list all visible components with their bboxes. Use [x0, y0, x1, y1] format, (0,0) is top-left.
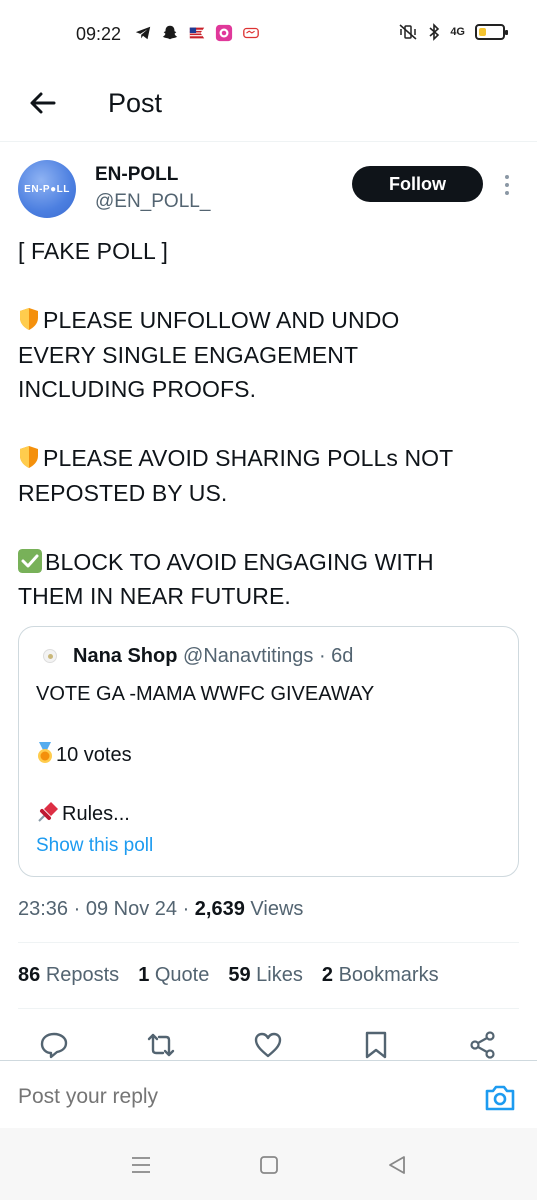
follow-button[interactable]: Follow: [352, 166, 483, 202]
divider: [18, 1008, 519, 1009]
notification-icons: [134, 24, 260, 42]
quote-line-text: Rules...: [62, 803, 130, 825]
views-label[interactable]: Views: [250, 898, 303, 920]
quote-line: 10 votes: [36, 742, 132, 767]
likes-count: 59: [228, 964, 251, 986]
post-meta: 23:36 · 09 Nov 24 · 2,639 Views: [18, 898, 304, 920]
bookmarks-count: 2: [321, 964, 333, 986]
bookmarks-stat[interactable]: 2 Bookmarks: [322, 964, 439, 987]
reposts-stat[interactable]: 86 Reposts: [18, 964, 119, 987]
views-count: 2,639: [194, 898, 245, 920]
post-line-text: PLEASE UNFOLLOW AND UNDO: [43, 307, 400, 333]
quotes-label: Quote: [154, 964, 210, 986]
post-line-text: BLOCK TO AVOID ENGAGING WITH: [45, 548, 434, 575]
divider: [18, 942, 519, 943]
post-line: PLEASE AVOID SHARING POLLs NOT: [18, 441, 523, 476]
post-line: REPOSTED BY US.: [18, 479, 228, 506]
reply-bar: [0, 1060, 537, 1128]
system-status: 4G: [398, 23, 508, 41]
snapchat-icon: [162, 25, 178, 40]
quote-line-text: 10 votes: [56, 744, 132, 766]
like-icon[interactable]: [253, 1030, 283, 1060]
post-line: THEM IN NEAR FUTURE.: [18, 583, 291, 609]
post-line: BLOCK TO AVOID ENGAGING WITH: [18, 545, 523, 580]
quote-header: Nana Shop @Nanavtitings · 6d: [73, 645, 353, 668]
medal-icon: [38, 742, 52, 763]
post-line: EVERY SINGLE ENGAGEMENT: [18, 341, 359, 368]
page-title: Post: [108, 88, 163, 118]
quote-line: VOTE GA -MAMA WWFC GIVEAWAY: [36, 683, 375, 705]
avatar-text: EN-P●LL: [24, 183, 70, 195]
menu-icon[interactable]: [130, 1154, 152, 1176]
telegram-icon: [135, 26, 151, 40]
post-line: [ FAKE POLL ]: [18, 238, 169, 264]
battery-icon: [475, 24, 508, 40]
post-date: 09 Nov 24: [85, 898, 178, 920]
mute-vibrate-icon: [399, 24, 417, 40]
app-icon: [215, 24, 233, 42]
home-icon[interactable]: [258, 1154, 280, 1176]
reposts-count: 86: [18, 964, 41, 986]
author-handle[interactable]: @EN_POLL_: [95, 191, 210, 213]
status-time: 09:22: [76, 24, 122, 44]
likes-stat[interactable]: 59 Likes: [228, 964, 303, 987]
avatar[interactable]: EN-P●LL: [18, 160, 76, 218]
quote-author-handle: @Nanavtitings: [183, 645, 314, 667]
quote-author-name: Nana Shop: [73, 645, 178, 667]
post-time: 23:36: [18, 898, 69, 920]
share-icon[interactable]: [468, 1030, 498, 1060]
quote-time: · 6d: [318, 645, 354, 667]
quote-avatar: [43, 649, 57, 663]
status-bar: 09:22 4G: [0, 0, 537, 70]
mail-icon: [243, 27, 259, 39]
post-line: INCLUDING PROOFS.: [18, 376, 257, 402]
post-line: PLEASE UNFOLLOW AND UNDO: [18, 303, 523, 338]
reposts-label: Reposts: [45, 964, 120, 986]
action-bar: [0, 1026, 537, 1062]
quotes-count: 1: [138, 964, 150, 986]
quoted-post[interactable]: Nana Shop @Nanavtitings · 6d VOTE GA -MA…: [18, 626, 519, 877]
quotes-stat[interactable]: 1 Quote: [138, 964, 209, 987]
pushpin-icon: [38, 802, 58, 822]
quote-line: Rules...: [36, 801, 130, 826]
repost-icon[interactable]: [146, 1030, 176, 1060]
engagement-stats: 86 Reposts 1 Quote 59 Likes 2 Bookmarks: [18, 964, 439, 987]
reply-icon[interactable]: [39, 1030, 69, 1060]
reply-input[interactable]: [18, 1085, 438, 1109]
top-header: Post: [0, 70, 537, 142]
bookmarks-label: Bookmarks: [338, 964, 439, 986]
author-name[interactable]: EN-POLL: [95, 164, 178, 186]
show-poll-link[interactable]: Show this poll: [36, 835, 153, 857]
camera-icon[interactable]: [484, 1083, 516, 1113]
bluetooth-icon: [429, 23, 440, 41]
arrow-left-icon[interactable]: [26, 86, 60, 120]
bookmark-icon[interactable]: [361, 1030, 391, 1060]
flag-icon: [189, 27, 205, 39]
post-text: [ FAKE POLL ] PLEASE UNFOLLOW AND UNDO E…: [18, 234, 523, 614]
shield-icon: [20, 446, 38, 468]
likes-label: Likes: [256, 964, 303, 986]
system-nav-bar: [0, 1128, 537, 1200]
post-line-text: PLEASE AVOID SHARING POLLs NOT: [43, 445, 454, 471]
more-options-icon[interactable]: [500, 172, 514, 198]
shield-icon: [20, 308, 38, 330]
check-mark-icon: [18, 548, 42, 573]
network-type: 4G: [450, 26, 465, 38]
back-nav-icon[interactable]: [386, 1154, 408, 1176]
